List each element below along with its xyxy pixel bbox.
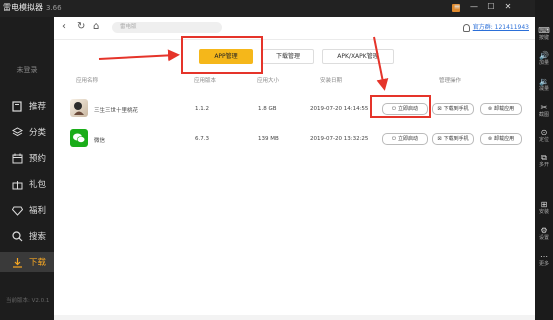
screenshot-label: 截图 [538, 112, 549, 118]
title-bar: 雷电模拟器 3.66 ≡ — ☐ ✕ [0, 0, 535, 17]
close-icon[interactable]: ✕ [503, 2, 513, 11]
sidebar-item-recommend[interactable]: 推荐 [0, 96, 54, 116]
settings-label: 设置 [538, 235, 549, 241]
keymap-button[interactable]: ⌨ 按键 [535, 26, 553, 41]
volume-up-button[interactable]: 🔊 加量 [535, 51, 553, 66]
more-icon: ⋯ [540, 252, 548, 261]
app-title-text: 雷电模拟器 [3, 3, 43, 12]
scissors-icon: ✂ [540, 103, 548, 112]
more-button[interactable]: ⋯ 更多 [535, 252, 553, 267]
multi-instance-label: 多开 [538, 162, 549, 168]
client-version: 当前版本: V2.0.1 [6, 298, 50, 304]
app-version: 3.66 [46, 4, 62, 12]
sidebar-item-label: 搜索 [29, 232, 47, 242]
location-label: 定位 [538, 137, 549, 143]
sidebar-item-welfare[interactable]: 福利 [0, 200, 54, 220]
multi-instance-button[interactable]: ⧉ 多开 [535, 153, 553, 168]
calendar-icon [11, 152, 23, 164]
volume-down-label: 减量 [538, 86, 549, 92]
minimize-icon[interactable]: — [469, 2, 479, 11]
location-icon: ⊙ [540, 128, 548, 137]
menu-icon[interactable]: ≡ [452, 2, 462, 11]
window-controls: ≡ — ☐ ✕ [452, 2, 513, 11]
horizontal-scrollbar[interactable] [54, 315, 535, 320]
more-label: 更多 [538, 261, 549, 267]
arrow-to-launch [373, 36, 389, 91]
volume-down-icon: 🔉 [539, 77, 549, 86]
keyboard-icon: ⌨ [538, 26, 550, 35]
volume-up-label: 加量 [538, 60, 549, 66]
keymap-label: 按键 [538, 35, 549, 41]
sidebar: 未登录 推荐 分类 预约 礼包 福利 搜索 下载 当前版本: V2.0.1 [0, 17, 54, 320]
login-status[interactable]: 未登录 [0, 65, 54, 75]
recommend-icon [11, 100, 23, 112]
install-label: 安装 [538, 209, 549, 215]
location-button[interactable]: ⊙ 定位 [535, 128, 553, 143]
sidebar-item-download[interactable]: 下载 [0, 252, 54, 272]
settings-button[interactable]: ⚙ 设置 [535, 226, 553, 241]
sidebar-item-label: 福利 [29, 206, 47, 216]
category-icon [11, 126, 23, 138]
gift-icon [11, 178, 23, 190]
multi-window-icon: ⧉ [541, 153, 547, 162]
right-toolbar: ⌨ 按键 🔊 加量 🔉 减量 ✂ 截图 ⊙ 定位 ⧉ 多开 ⊞ 安装 ⚙ 设置 ⋯ 更多 [535, 0, 553, 320]
gear-icon: ⚙ [540, 226, 548, 235]
sidebar-item-label: 礼包 [29, 180, 47, 190]
annotation-arrows [98, 36, 389, 91]
main-panel: ‹ ↻ ⌂ 雷电版 官方群: 121411943 APP管理 下载管理 APK/… [54, 17, 535, 320]
app-title: 雷电模拟器 3.66 [3, 2, 62, 14]
screenshot-button[interactable]: ✂ 截图 [535, 103, 553, 118]
install-icon: ⊞ [540, 200, 548, 209]
maximize-icon[interactable]: ☐ [486, 2, 496, 11]
sidebar-item-label: 分类 [29, 128, 47, 138]
download-icon [11, 256, 23, 268]
sidebar-item-gift[interactable]: 礼包 [0, 174, 54, 194]
volume-up-icon: 🔊 [539, 51, 549, 60]
search-icon [11, 230, 23, 242]
install-button[interactable]: ⊞ 安装 [535, 200, 553, 215]
volume-down-button[interactable]: 🔉 减量 [535, 77, 553, 92]
sidebar-item-label: 推荐 [29, 102, 47, 112]
arrow-to-tab [98, 49, 180, 62]
sidebar-item-label: 下载 [29, 258, 47, 268]
sidebar-item-label: 预约 [29, 154, 47, 164]
sidebar-item-category[interactable]: 分类 [0, 122, 54, 142]
sidebar-item-search[interactable]: 搜索 [0, 226, 54, 246]
diamond-icon [11, 204, 23, 216]
sidebar-item-reserve[interactable]: 预约 [0, 148, 54, 168]
